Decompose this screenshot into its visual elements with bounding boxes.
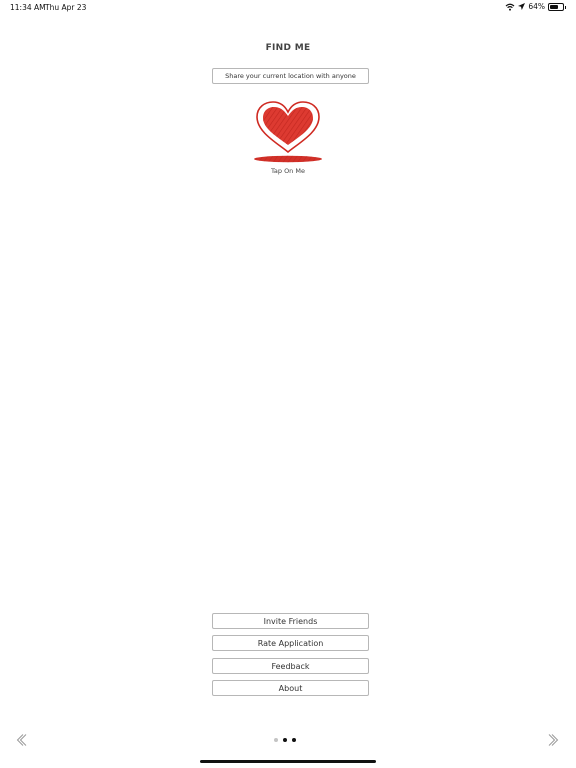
feedback-button[interactable]: Feedback: [212, 658, 369, 674]
page-dot[interactable]: [274, 738, 278, 742]
status-time: 11:34 AM: [10, 3, 46, 12]
wifi-icon: [505, 3, 515, 11]
invite-friends-button[interactable]: Invite Friends: [212, 613, 369, 629]
battery-fill: [550, 4, 558, 9]
battery-icon: [548, 2, 566, 11]
page-dot[interactable]: [283, 738, 287, 742]
battery-cap: [564, 5, 566, 9]
rate-application-button[interactable]: Rate Application: [212, 635, 369, 651]
battery-percent: 64%: [528, 2, 545, 11]
location-arrow-icon: [518, 3, 526, 10]
heart-label: Tap On Me: [271, 167, 305, 175]
about-button[interactable]: About: [212, 680, 369, 696]
status-date: Thu Apr 23: [45, 3, 87, 12]
chevron-left-icon[interactable]: [15, 733, 29, 747]
status-bar: 11:34 AM Thu Apr 23 64%: [0, 0, 576, 14]
heart-icon[interactable]: [253, 100, 323, 164]
status-right: 64%: [505, 2, 566, 11]
home-indicator: [200, 760, 376, 763]
chevron-right-icon[interactable]: [546, 733, 560, 747]
page-indicator: [274, 738, 296, 742]
page-title: FIND ME: [265, 43, 311, 53]
share-location-button[interactable]: Share your current location with anyone: [212, 68, 369, 84]
page-dot[interactable]: [292, 738, 296, 742]
